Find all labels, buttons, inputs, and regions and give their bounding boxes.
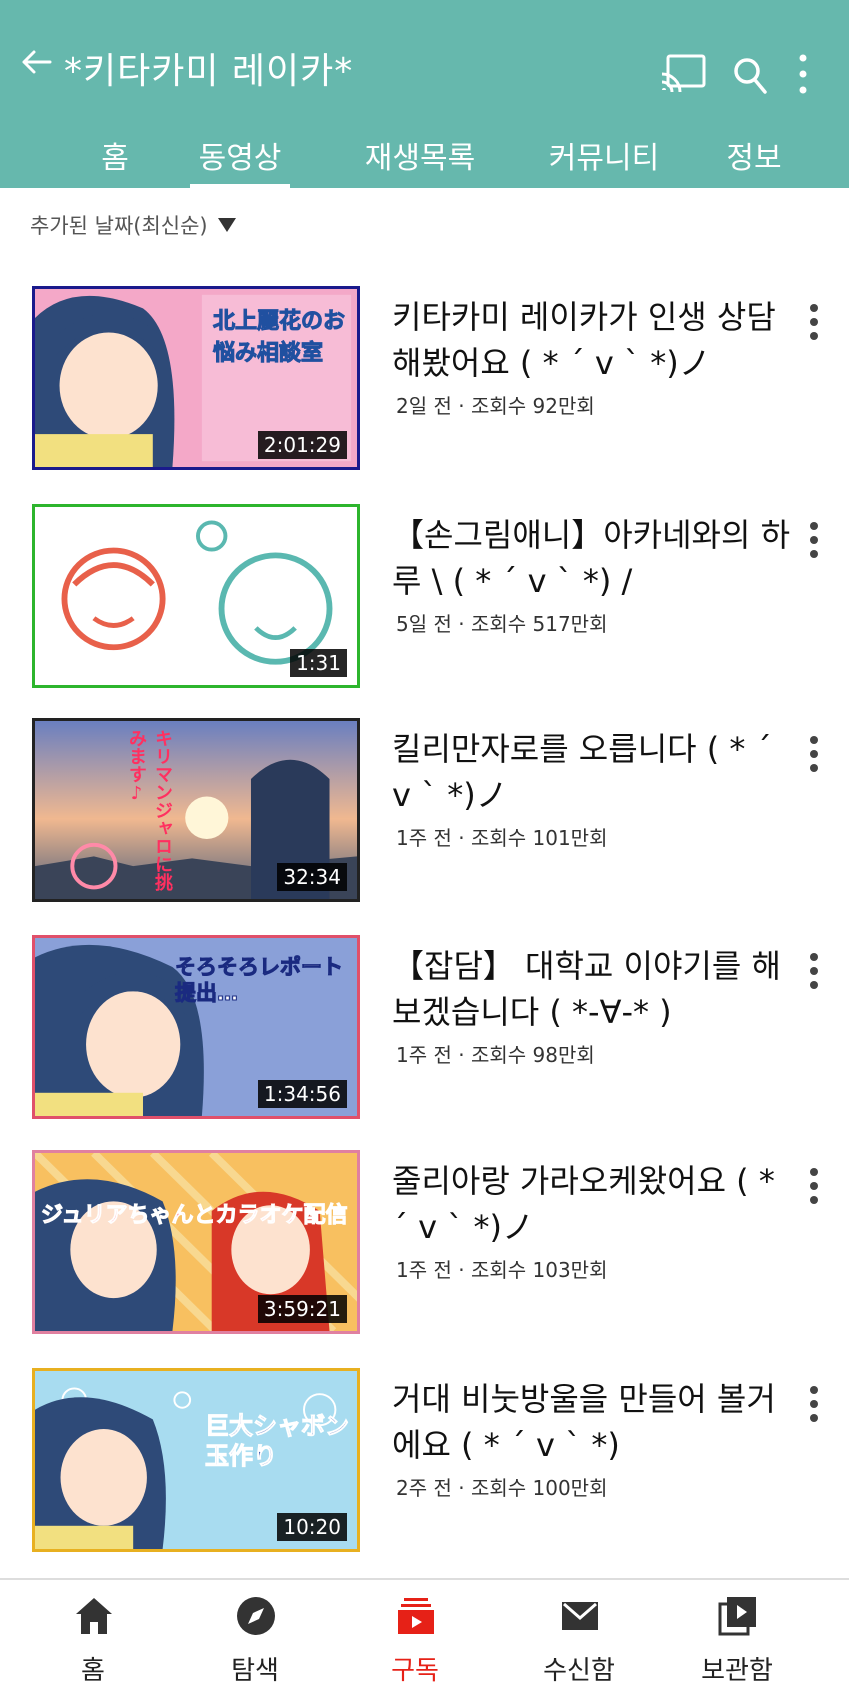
video-thumbnail[interactable]: 北上麗花のお悩み相談室 2:01:29 <box>32 286 360 470</box>
thumbnail-caption: そろそろレポート提出… <box>175 955 344 1006</box>
video-item[interactable]: 1:31 【손그림애니】아카네와의 하루 \ ( * ´ v ` *) / 5일… <box>0 504 849 694</box>
video-title[interactable]: 키타카미 레이카가 인생 상담해봤어요 ( * ´ v ` *)ノ <box>392 294 792 386</box>
nav-library[interactable]: 보관함 <box>672 1580 802 1690</box>
tab-playlists[interactable]: 재생목록 <box>350 138 490 188</box>
home-icon <box>76 1598 112 1634</box>
nav-label: 구독 <box>391 1656 439 1686</box>
sort-dropdown[interactable]: 추가된 날짜(최신순) <box>30 208 236 242</box>
video-thumbnail[interactable]: キリマンジャロに挑みます♪ 32:34 <box>32 718 360 902</box>
video-item[interactable]: 北上麗花のお悩み相談室 2:01:29 키타카미 레이카가 인생 상담해봤어요 … <box>0 286 849 476</box>
video-more-icon[interactable] <box>806 951 822 991</box>
video-duration: 2:01:29 <box>257 431 347 459</box>
thumbnail-caption: キリマンジャロに挑みます♪ <box>126 729 173 891</box>
channel-title: *키타카미 레이카* <box>64 51 354 92</box>
video-item[interactable]: そろそろレポート提出… 1:34:56 【잡담】 대학교 이야기를 해보겠습니다… <box>0 935 849 1125</box>
search-icon[interactable] <box>732 55 768 95</box>
video-meta: 2주 전 · 조회수 100만회 <box>396 1476 608 1500</box>
video-more-icon[interactable] <box>806 1384 822 1424</box>
nav-home[interactable]: 홈 <box>28 1580 158 1690</box>
video-item[interactable]: 巨大シャボン玉作り 10:20 거대 비눗방울을 만들어 볼거에요 ( * ´ … <box>0 1368 849 1558</box>
nav-label: 보관함 <box>701 1656 773 1686</box>
nav-inbox[interactable]: 수신함 <box>514 1580 644 1690</box>
video-more-icon[interactable] <box>806 520 822 560</box>
video-duration: 1:34:56 <box>257 1080 347 1108</box>
video-meta: 1주 전 · 조회수 101만회 <box>396 826 608 850</box>
video-more-icon[interactable] <box>806 302 822 342</box>
video-thumbnail[interactable]: 巨大シャボン玉作り 10:20 <box>32 1368 360 1552</box>
nav-explore[interactable]: 탐색 <box>190 1580 320 1690</box>
bottom-navigation: 홈 탐색 구독 수신함 보관함 <box>0 1578 849 1690</box>
subscriptions-icon <box>398 1598 434 1634</box>
thumbnail-caption: ジュリアちゃんとカラオケ配信 <box>41 1203 348 1229</box>
channel-tabs: 홈 동영상 재생목록 커뮤니티 정보 <box>0 138 849 188</box>
video-duration: 3:59:21 <box>257 1295 347 1323</box>
video-thumbnail[interactable]: ジュリアちゃんとカラオケ配信 3:59:21 <box>32 1150 360 1334</box>
video-item[interactable]: キリマンジャロに挑みます♪ 32:34 킬리만자로를 오릅니다 ( * ´ v … <box>0 718 849 908</box>
back-arrow-icon[interactable] <box>18 44 54 80</box>
video-title[interactable]: 【잡담】 대학교 이야기를 해보겠습니다 ( *-∀-* ) <box>392 943 792 1035</box>
video-more-icon[interactable] <box>806 1166 822 1206</box>
video-thumbnail[interactable]: そろそろレポート提出… 1:34:56 <box>32 935 360 1119</box>
video-thumbnail[interactable]: 1:31 <box>32 504 360 688</box>
nav-subscriptions[interactable]: 구독 <box>350 1580 480 1690</box>
tab-about[interactable]: 정보 <box>718 138 790 188</box>
nav-label: 탐색 <box>231 1656 279 1686</box>
more-options-icon[interactable] <box>793 52 813 96</box>
nav-label: 홈 <box>81 1656 105 1686</box>
dropdown-arrow-icon <box>217 218 236 232</box>
app-header: *키타카미 레이카* 홈 동영상 재생목록 커뮤니티 정보 <box>0 0 849 188</box>
video-item[interactable]: ジュリアちゃんとカラオケ配信 3:59:21 줄리아랑 가라오케왔어요 ( * … <box>0 1150 849 1340</box>
video-title[interactable]: 거대 비눗방울을 만들어 볼거에요 ( * ´ v ` *) <box>392 1376 792 1468</box>
video-title[interactable]: 킬리만자로를 오릅니다 ( * ´ v ` *)ノ <box>392 726 792 818</box>
video-meta: 5일 전 · 조회수 517만회 <box>396 612 608 636</box>
video-meta: 1주 전 · 조회수 98만회 <box>396 1043 595 1067</box>
thumbnail-caption: 巨大シャボン玉作り <box>205 1412 350 1471</box>
video-title[interactable]: 【손그림애니】아카네와의 하루 \ ( * ´ v ` *) / <box>392 512 792 604</box>
tab-videos[interactable]: 동영상 <box>190 138 290 188</box>
sort-label: 추가된 날짜(최신순) <box>30 214 208 238</box>
video-duration: 10:20 <box>277 1513 347 1541</box>
inbox-icon <box>562 1602 598 1630</box>
video-more-icon[interactable] <box>806 734 822 774</box>
video-meta: 2일 전 · 조회수 92만회 <box>396 394 595 418</box>
tab-home[interactable]: 홈 <box>80 138 150 188</box>
video-duration: 1:31 <box>290 649 347 677</box>
video-duration: 32:34 <box>277 863 347 891</box>
thumbnail-caption: 北上麗花のお悩み相談室 <box>213 309 346 367</box>
cast-icon[interactable] <box>660 52 708 96</box>
video-meta: 1주 전 · 조회수 103만회 <box>396 1258 608 1282</box>
nav-label: 수신함 <box>543 1656 615 1686</box>
tab-community[interactable]: 커뮤니티 <box>534 138 674 188</box>
library-icon <box>718 1597 756 1636</box>
video-title[interactable]: 줄리아랑 가라오케왔어요 ( * ´ v ` *)ノ <box>392 1158 792 1250</box>
explore-icon <box>237 1597 275 1635</box>
